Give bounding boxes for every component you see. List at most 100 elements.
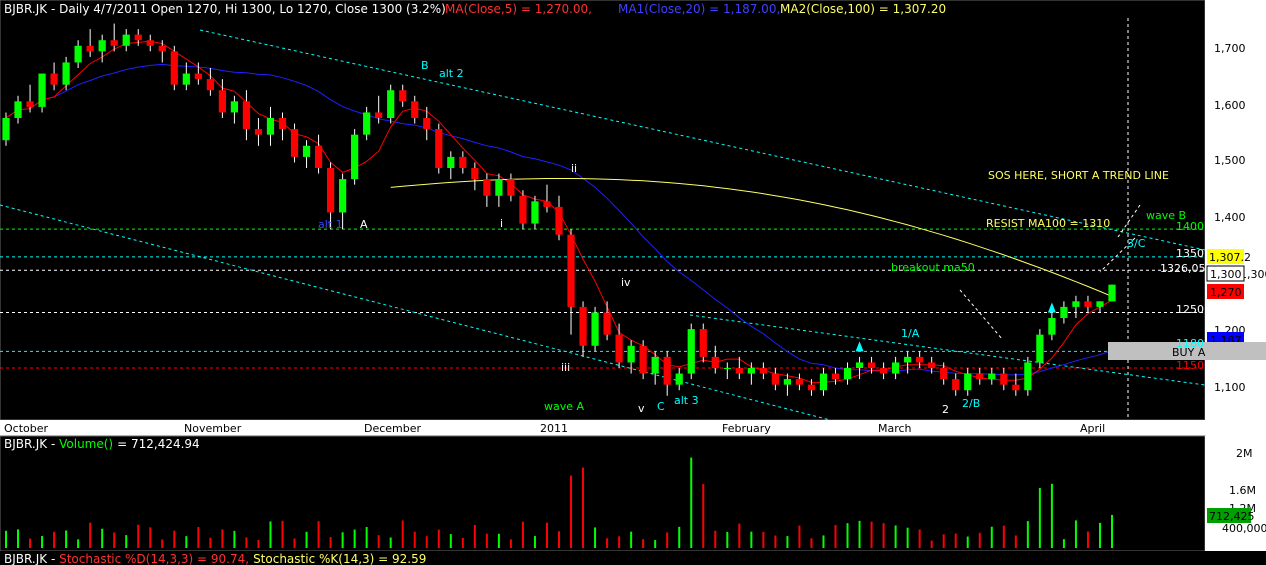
candle-body — [507, 179, 515, 196]
volume-bar — [245, 537, 248, 548]
annotation-c: C — [657, 400, 665, 413]
candle-body — [843, 368, 852, 380]
candle-body — [182, 73, 190, 85]
candle-body — [1000, 373, 1008, 385]
volume-bar — [570, 475, 573, 548]
candle-body — [783, 379, 792, 385]
volume-bar — [990, 526, 993, 548]
volume-bar — [678, 526, 681, 548]
volume-bar — [293, 538, 296, 548]
volume-bar — [714, 530, 717, 548]
candle-body — [2, 118, 10, 141]
volume-bar — [1086, 531, 1089, 548]
volume-bar — [1038, 487, 1041, 548]
volume-bar — [473, 524, 476, 548]
candle-body — [375, 112, 383, 118]
volume-bar — [113, 532, 116, 548]
volume-tick: 1.6M — [1229, 484, 1256, 497]
candle-body — [579, 306, 587, 346]
volume-bar — [1098, 522, 1101, 548]
candle-body — [711, 356, 719, 368]
annotation-alt1: alt 1 — [318, 218, 343, 231]
volume-bar — [906, 527, 909, 548]
volume-bar — [942, 534, 945, 548]
candle-body — [459, 156, 467, 168]
candle-body — [1096, 301, 1104, 307]
stoch-prefix: BJBR.JK - — [4, 552, 59, 565]
candle-body — [38, 73, 46, 107]
volume-bar — [137, 524, 140, 548]
header-summary: BJBR.JK - Daily 4/7/2011 Open 1270, Hi 1… — [4, 2, 446, 16]
price-tick: 1,600 — [1214, 99, 1246, 112]
candle-body — [759, 368, 767, 374]
annotation-1a: 1/A — [901, 327, 920, 340]
volume-bar — [317, 521, 320, 548]
candle-body — [1108, 284, 1116, 302]
price-tick: 1,400 — [1214, 211, 1246, 224]
volume-bar — [702, 483, 705, 548]
candle-body — [916, 356, 924, 363]
volume-bar — [978, 532, 981, 548]
candle-body — [254, 129, 263, 135]
volume-tag-text: 712,425 — [1209, 510, 1255, 523]
volume-bar — [389, 537, 392, 548]
volume-bar — [257, 540, 260, 548]
volume-bar — [918, 529, 921, 548]
volume-bar — [618, 536, 621, 548]
level-1250: 1250 — [1176, 303, 1204, 316]
volume-bar — [497, 533, 500, 548]
volume-bar — [509, 539, 512, 548]
candle-body — [326, 168, 335, 213]
candle-body — [531, 201, 539, 224]
volume-bar — [377, 535, 380, 548]
time-label: February — [722, 422, 771, 435]
volume-bar — [533, 536, 536, 548]
time-label: December — [364, 422, 422, 435]
candle-body — [399, 90, 407, 102]
annotation-a: A — [360, 218, 368, 231]
volume-bar — [774, 535, 777, 548]
candle-body — [675, 373, 683, 385]
level-1326: 1326,05 — [1160, 262, 1206, 275]
ma100-tag-text: 1,307.2 — [1209, 251, 1251, 264]
volume-bar — [365, 527, 368, 548]
candle-body — [483, 179, 491, 196]
volume-bar — [437, 529, 440, 548]
volume-bar — [1050, 483, 1053, 548]
close-tag-text: 1,300 — [1210, 268, 1242, 281]
header-ma100: MA2(Close,100) = 1,307.20 — [780, 2, 946, 16]
volume-bar — [738, 523, 741, 548]
candle-body — [627, 345, 635, 363]
volume-bar — [798, 525, 801, 548]
volume-bar — [1074, 520, 1077, 548]
volume-bar — [966, 536, 969, 548]
stoch-d: Stochastic %D(14,3,3) = 90.74, — [59, 552, 249, 565]
volume-bar — [858, 520, 861, 548]
candle-body — [1060, 306, 1068, 318]
volume-bar — [221, 529, 224, 548]
candle-body — [447, 156, 455, 168]
volume-bar — [762, 531, 765, 548]
candle-body — [230, 101, 239, 113]
annotation-alt2: alt 2 — [439, 67, 464, 80]
volume-bar — [173, 530, 176, 548]
volume-bar — [750, 531, 753, 548]
volume-bar — [822, 535, 825, 548]
candle-body — [615, 334, 623, 363]
volume-bar — [53, 531, 56, 548]
candle-body — [771, 373, 779, 385]
volume-bar — [954, 533, 957, 548]
annotation-resist: RESIST MA100 = 1310 — [986, 217, 1110, 230]
time-label: November — [184, 422, 242, 435]
candle-body — [134, 34, 142, 41]
level-1150: 1150 — [1176, 359, 1204, 372]
candle-body — [435, 129, 443, 168]
time-label: October — [4, 422, 48, 435]
volume-bar — [521, 521, 524, 548]
volume-bar — [870, 521, 873, 548]
volume-bar — [642, 539, 645, 548]
volume-bar — [281, 520, 284, 548]
candle-body — [567, 234, 575, 307]
volume-bar — [209, 537, 212, 548]
volume-header: BJBR.JK - Volume() = 712,424.94 — [4, 437, 200, 451]
